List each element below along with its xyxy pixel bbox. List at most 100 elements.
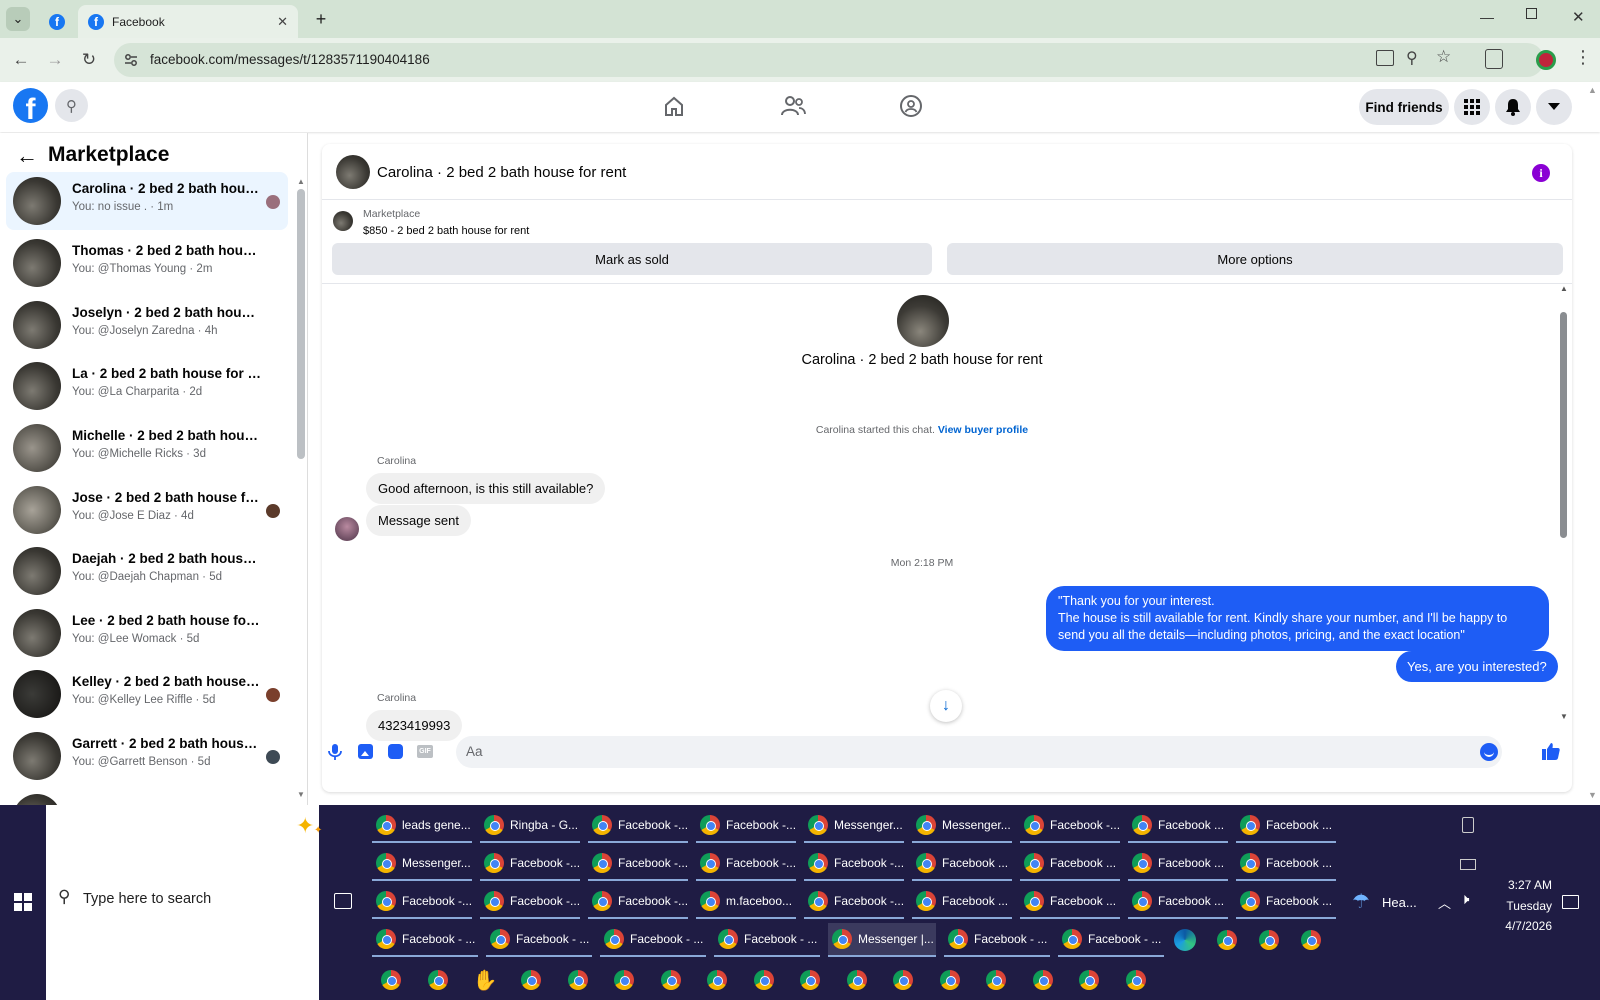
taskbar-window-chrome[interactable]: Facebook - ... — [486, 923, 592, 957]
chrome-pinned-icon[interactable] — [423, 965, 453, 995]
friends-icon[interactable] — [780, 94, 806, 118]
taskbar-window-chrome[interactable]: Ringba - G... — [480, 809, 580, 843]
taskbar-window-chrome[interactable]: Facebook -... — [696, 847, 796, 881]
conversation-item[interactable]: Michelle · 2 bed 2 bath house fo... You:… — [6, 419, 288, 477]
taskbar-window-chrome[interactable]: leads gene... — [372, 809, 472, 843]
volume-icon[interactable]: 🕨 — [1460, 891, 1469, 908]
mark-as-sold-button[interactable]: Mark as sold — [332, 243, 932, 275]
notification-center-icon[interactable] — [1562, 895, 1579, 909]
find-friends-button[interactable]: Find friends — [1359, 89, 1449, 125]
pinned-tab-facebook[interactable]: f — [40, 5, 74, 38]
restore-window-icon[interactable] — [1526, 8, 1537, 19]
tray-overflow-chevron-icon[interactable]: ︿ — [1438, 893, 1451, 912]
incoming-message[interactable]: Good afternoon, is this still available? — [366, 473, 606, 504]
hand-wave-icon[interactable]: ✋ — [470, 965, 500, 995]
taskbar-window-chrome[interactable]: Facebook - ... — [1058, 923, 1164, 957]
conversation-item[interactable]: Lee · 2 bed 2 bath house for rent You: @… — [6, 604, 288, 662]
chat-scrollbar-thumb[interactable] — [1560, 312, 1567, 538]
conversation-info-icon[interactable]: i — [1532, 164, 1550, 182]
sender-avatar[interactable] — [335, 517, 359, 541]
conversation-item[interactable]: Thomas · 2 bed 2 bath house fo... You: @… — [6, 234, 288, 292]
conversation-item[interactable]: Jose · 2 bed 2 bath house for ... You: @… — [6, 481, 288, 539]
chrome-pinned-icon[interactable] — [656, 965, 686, 995]
chat-header-title[interactable]: Carolina · 2 bed 2 bath house for rent — [377, 164, 626, 181]
close-tab-icon[interactable]: ✕ — [277, 14, 288, 30]
chat-avatar[interactable] — [336, 155, 370, 189]
chrome-pinned-icon[interactable] — [1074, 965, 1104, 995]
clock[interactable]: 3:27 AM Tuesday 4/7/2026 — [1492, 875, 1552, 937]
weather-text[interactable]: Hea... — [1382, 895, 1417, 910]
taskbar-window-chrome[interactable]: Facebook -... — [696, 809, 796, 843]
chrome-pinned-icon[interactable] — [702, 965, 732, 995]
scroll-down-arrow-icon[interactable]: ▼ — [297, 790, 305, 799]
chrome-pinned-icon[interactable] — [749, 965, 779, 995]
taskbar-window-chrome[interactable]: Messenger... — [804, 809, 904, 843]
taskbar-window-chrome[interactable]: Facebook - ... — [372, 923, 478, 957]
back-arrow-icon[interactable]: ← — [16, 143, 38, 169]
forward-icon[interactable]: → — [42, 47, 68, 73]
reload-icon[interactable]: ↻ — [76, 47, 102, 73]
windows-start-icon[interactable] — [14, 893, 32, 911]
chrome-pinned-icon[interactable] — [609, 965, 639, 995]
task-view-icon[interactable] — [334, 893, 352, 909]
search-icon[interactable]: ⚲ — [55, 89, 88, 122]
taskbar-window-chrome[interactable]: Facebook -... — [588, 885, 688, 919]
conversation-item-partial[interactable] — [6, 789, 288, 805]
install-app-icon[interactable] — [1376, 50, 1394, 66]
tray-device-icon[interactable] — [1462, 817, 1474, 833]
conversation-item[interactable]: Daejah · 2 bed 2 bath house for ... You:… — [6, 542, 288, 600]
conversation-item[interactable]: Joselyn · 2 bed 2 bath house for... You:… — [6, 296, 288, 354]
edge-browser-icon[interactable] — [1170, 925, 1200, 955]
page-scroll-up-icon[interactable]: ▲ — [1588, 85, 1597, 95]
listing-price[interactable]: $850 - 2 bed 2 bath house for rent — [363, 225, 529, 237]
taskbar-window-chrome[interactable]: Facebook ... — [1236, 847, 1336, 881]
taskbar-window-chrome[interactable]: Facebook -... — [804, 885, 904, 919]
like-thumb-icon[interactable] — [1542, 742, 1560, 760]
tab-facebook[interactable]: f Facebook ✕ — [78, 5, 298, 38]
taskbar-window-chrome[interactable]: Messenger... — [912, 809, 1012, 843]
chrome-pinned-icon[interactable] — [1212, 925, 1242, 955]
facebook-logo-icon[interactable]: f — [13, 88, 48, 123]
omnibox[interactable]: facebook.com/messages/t/1283571190404186… — [114, 43, 1544, 77]
home-icon[interactable] — [663, 95, 685, 117]
profile-avatar[interactable] — [897, 295, 949, 347]
taskbar-window-chrome[interactable]: Facebook ... — [1020, 885, 1120, 919]
taskbar-window-chrome[interactable]: Facebook - ... — [714, 923, 820, 957]
taskbar-window-chrome[interactable]: Facebook ... — [1236, 885, 1336, 919]
taskbar-window-chrome[interactable]: Facebook ... — [1128, 885, 1228, 919]
taskbar-search-box[interactable]: ✦ ✦ ⚲ Type here to search — [46, 805, 322, 1000]
site-info-icon[interactable] — [124, 53, 138, 67]
chrome-pinned-icon[interactable] — [795, 965, 825, 995]
chrome-pinned-icon[interactable] — [1254, 925, 1284, 955]
minimize-window-icon[interactable]: — — [1480, 9, 1494, 25]
more-options-button[interactable]: More options — [947, 243, 1563, 275]
page-scroll-down-icon[interactable]: ▼ — [1588, 790, 1597, 800]
chrome-pinned-icon[interactable] — [1121, 965, 1151, 995]
chrome-pinned-icon[interactable] — [1296, 925, 1326, 955]
new-tab-button[interactable]: + — [309, 7, 333, 31]
message-input[interactable]: Aa — [456, 736, 1502, 768]
taskbar-window-chrome[interactable]: Facebook ... — [1020, 847, 1120, 881]
taskbar-window-chrome[interactable]: Facebook -... — [480, 885, 580, 919]
menu-grid-icon[interactable] — [1454, 89, 1490, 125]
browser-menu-icon[interactable]: ⋮ — [1574, 47, 1592, 67]
taskbar-window-chrome[interactable]: Facebook ... — [1128, 847, 1228, 881]
scroll-down-arrow-icon[interactable]: ▼ — [1560, 712, 1568, 721]
emoji-icon[interactable] — [1480, 743, 1498, 761]
account-dropdown-icon[interactable] — [1536, 89, 1572, 125]
scroll-up-arrow-icon[interactable]: ▲ — [297, 177, 305, 186]
taskbar-window-chrome[interactable]: Facebook ... — [1236, 809, 1336, 843]
conversation-item[interactable]: Carolina · 2 bed 2 bath house ... You: n… — [6, 172, 288, 230]
close-window-icon[interactable]: ✕ — [1572, 8, 1585, 26]
tab-search-button[interactable]: ⌄ — [6, 7, 30, 31]
taskbar-window-messenger-active[interactable]: Messenger |... — [828, 923, 936, 957]
taskbar-window-chrome[interactable]: Facebook -... — [588, 809, 688, 843]
taskbar-window-chrome[interactable]: Facebook ... — [1128, 809, 1228, 843]
attach-photo-icon[interactable] — [358, 744, 373, 759]
back-icon[interactable]: ← — [8, 47, 34, 73]
bookmark-star-icon[interactable]: ☆ — [1436, 47, 1451, 67]
taskbar-window-chrome[interactable]: Facebook -... — [588, 847, 688, 881]
notifications-bell-icon[interactable] — [1495, 89, 1531, 125]
chrome-pinned-icon[interactable] — [935, 965, 965, 995]
chrome-pinned-icon[interactable] — [376, 965, 406, 995]
